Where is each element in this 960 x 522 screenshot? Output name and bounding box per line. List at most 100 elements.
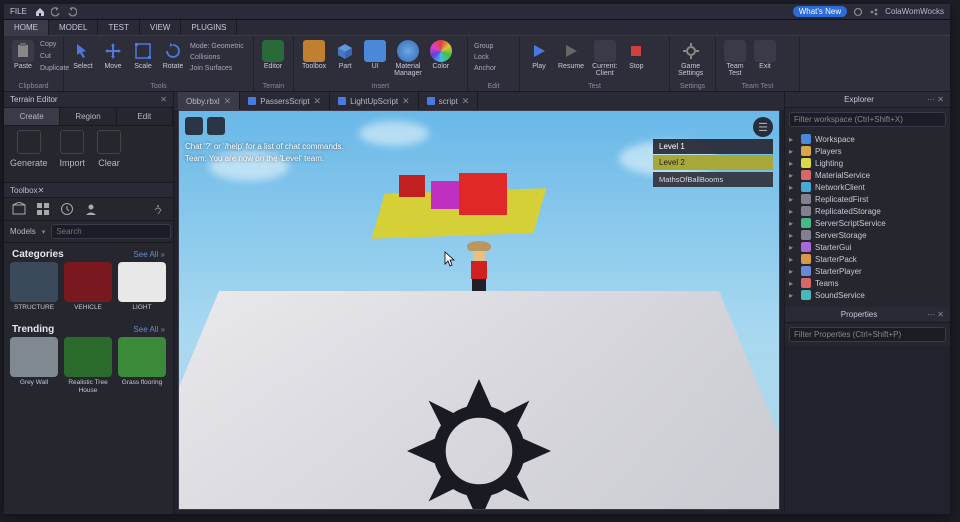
terrain-editor-button[interactable]: Editor [260, 39, 286, 71]
help-icon[interactable] [151, 202, 165, 216]
toolbox-trending-card[interactable]: Grass flooring [118, 337, 166, 395]
creations-icon[interactable] [84, 202, 98, 216]
explorer-node[interactable]: ▸ReplicatedStorage [789, 205, 946, 217]
see-all-categories-link[interactable]: See All » [133, 250, 165, 259]
terrain-generate-button[interactable]: Generate [10, 130, 48, 178]
spawn-decal-icon [389, 361, 569, 510]
hud-settings-icon[interactable]: ☰ [753, 117, 773, 137]
close-icon[interactable]: ✕ [224, 96, 232, 107]
team-exit-button[interactable]: Exit [752, 39, 778, 71]
toolbox-trending-card[interactable]: Grey Wall [10, 337, 58, 395]
undo-icon[interactable] [51, 7, 61, 17]
ui-button[interactable]: UI [362, 39, 388, 71]
toolbox-category-card[interactable]: VEHICLE [64, 262, 112, 312]
hud-player-row[interactable]: MathsOfBallBooms [653, 172, 773, 187]
close-icon[interactable]: ✕ [314, 96, 322, 107]
stop-button[interactable]: Stop [623, 39, 649, 71]
team-test-button[interactable]: Team Test [722, 39, 748, 78]
toolbox-button[interactable]: Toolbox [300, 39, 328, 71]
explorer-node[interactable]: ▸MaterialService [789, 169, 946, 181]
explorer-node[interactable]: ▸StarterGui [789, 241, 946, 253]
ribbon: Paste Copy Cut Duplicate Clipboard Selec… [4, 36, 950, 92]
explorer-node[interactable]: ▸StarterPlayer [789, 265, 946, 277]
viewport-menu-button[interactable] [185, 117, 203, 135]
play-button[interactable]: Play [526, 39, 552, 71]
file-menu[interactable]: FILE [10, 7, 27, 16]
doc-tab[interactable]: LightUpScript✕ [330, 92, 419, 110]
properties-search-input[interactable]: Filter Properties (Ctrl+Shift+P) [789, 327, 946, 342]
paste-button[interactable]: Paste [10, 39, 36, 71]
terrain-tab-region[interactable]: Region [60, 108, 116, 125]
hud-level-row[interactable]: Level 2 [653, 155, 773, 170]
menu-tab-view[interactable]: VIEW [140, 20, 181, 35]
home-icon[interactable] [35, 7, 45, 17]
properties-body [785, 346, 950, 514]
anchor-button[interactable]: Anchor [474, 63, 496, 74]
recent-icon[interactable] [60, 202, 74, 216]
explorer-node[interactable]: ▸SoundService [789, 289, 946, 301]
game-settings-button[interactable]: Game Settings [676, 39, 705, 78]
explorer-header: Explorer⋯ ✕ [785, 92, 950, 108]
whats-new-button[interactable]: What's New [793, 6, 847, 17]
doc-tab[interactable]: script✕ [419, 92, 479, 110]
explorer-node[interactable]: ▸ReplicatedFirst [789, 193, 946, 205]
material-manager-button[interactable]: Material Manager [392, 39, 424, 78]
resume-button[interactable]: Resume [556, 39, 586, 71]
doc-tab[interactable]: Obby.rbxl✕ [178, 92, 240, 110]
menu-tab-plugins[interactable]: PLUGINS [181, 20, 237, 35]
explorer-node[interactable]: ▸NetworkClient [789, 181, 946, 193]
explorer-node[interactable]: ▸Lighting [789, 157, 946, 169]
close-icon[interactable]: ✕ [402, 96, 410, 107]
explorer-node[interactable]: ▸ServerScriptService [789, 217, 946, 229]
terrain-clear-button[interactable]: Clear [97, 130, 121, 178]
rotate-button[interactable]: Rotate [160, 39, 186, 71]
see-all-trending-link[interactable]: See All » [133, 325, 165, 334]
toolbox-trending-card[interactable]: Realistic Tree House [64, 337, 112, 395]
menu-tab-home[interactable]: HOME [4, 20, 49, 35]
toolbox-category-card[interactable]: STRUCTURE [10, 262, 58, 312]
username-label[interactable]: ColaWomWocks [885, 7, 944, 16]
menu-tab-test[interactable]: TEST [98, 20, 139, 35]
toolbox-category-dropdown[interactable]: Models [10, 227, 36, 236]
doc-tab[interactable]: PassersScript✕ [240, 92, 330, 110]
menu-tab-model[interactable]: MODEL [49, 20, 98, 35]
terrain-import-button[interactable]: Import [60, 130, 86, 178]
cursor-icon [444, 251, 456, 267]
terrain-tab-edit[interactable]: Edit [117, 108, 173, 125]
marketplace-icon[interactable] [12, 202, 26, 216]
inventory-icon[interactable] [36, 202, 50, 216]
toolbox-category-card[interactable]: LIGHT [118, 262, 166, 312]
toolbox-search-input[interactable] [51, 224, 171, 239]
current-client-label: Current: Client [590, 39, 619, 78]
hud-level-row[interactable]: Level 1 [653, 139, 773, 154]
leaderboard: ☰ Level 1Level 2 MathsOfBallBooms [653, 117, 773, 187]
terrain-editor-header: Terrain Editor✕ [4, 92, 173, 108]
refresh-icon[interactable] [853, 7, 863, 17]
scale-button[interactable]: Scale [130, 39, 156, 71]
explorer-node[interactable]: ▸ServerStorage [789, 229, 946, 241]
explorer-node[interactable]: ▸StarterPack [789, 253, 946, 265]
color-button[interactable]: Color [428, 39, 454, 71]
close-icon[interactable]: ✕ [462, 96, 470, 107]
explorer-node[interactable]: ▸Teams [789, 277, 946, 289]
part-button[interactable]: Part [332, 39, 358, 71]
join-surfaces-toggle[interactable]: Join Surfaces [190, 63, 244, 74]
explorer-tree: ▸Workspace▸Players▸Lighting▸MaterialServ… [785, 131, 950, 303]
titlebar: FILE What's New ColaWomWocks [4, 4, 950, 20]
lock-button[interactable]: Lock [474, 52, 489, 63]
toolbox-header: Toolbox✕ [4, 182, 173, 198]
viewport-3d[interactable]: Chat '?' or '/help' for a list of chat c… [178, 110, 780, 510]
viewport-chat-button[interactable] [207, 117, 225, 135]
collisions-toggle[interactable]: Collisions [190, 52, 244, 63]
move-button[interactable]: Move [100, 39, 126, 71]
explorer-search-input[interactable]: Filter workspace (Ctrl+Shift+X) [789, 112, 946, 127]
explorer-node[interactable]: ▸Players [789, 145, 946, 157]
terrain-tab-create[interactable]: Create [4, 108, 60, 125]
properties-header: Properties⋯ ✕ [785, 307, 950, 323]
group-button[interactable]: Group [474, 41, 493, 52]
share-icon[interactable] [869, 7, 879, 17]
redo-icon[interactable] [67, 7, 77, 17]
explorer-node[interactable]: ▸Workspace [789, 133, 946, 145]
select-button[interactable]: Select [70, 39, 96, 71]
group-label: Clipboard [4, 83, 63, 90]
